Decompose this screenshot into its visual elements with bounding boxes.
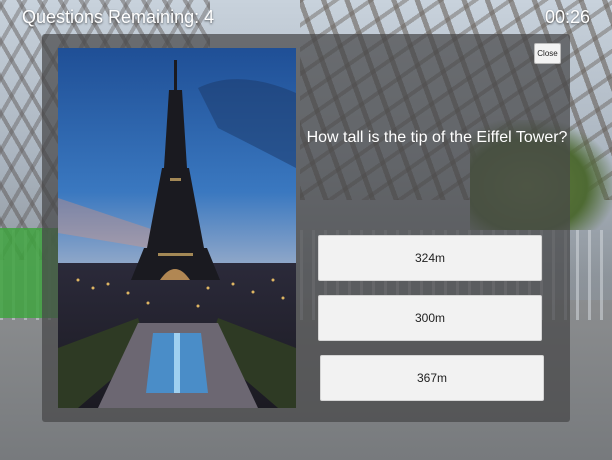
close-button[interactable]: Close — [534, 43, 561, 64]
timer-label: 00:26 — [544, 7, 590, 27]
answer-button-2[interactable]: 300m — [318, 295, 542, 341]
question-text: How tall is the tip of the Eiffel Tower? — [306, 129, 568, 146]
answer-button-1[interactable]: 324m — [318, 235, 542, 281]
questions-remaining-label: Questions Remaining: 4 — [22, 7, 215, 27]
answer-button-3[interactable]: 367m — [320, 355, 544, 401]
eiffel-tower-night-photo-icon — [58, 48, 296, 408]
question-photo — [58, 48, 296, 408]
